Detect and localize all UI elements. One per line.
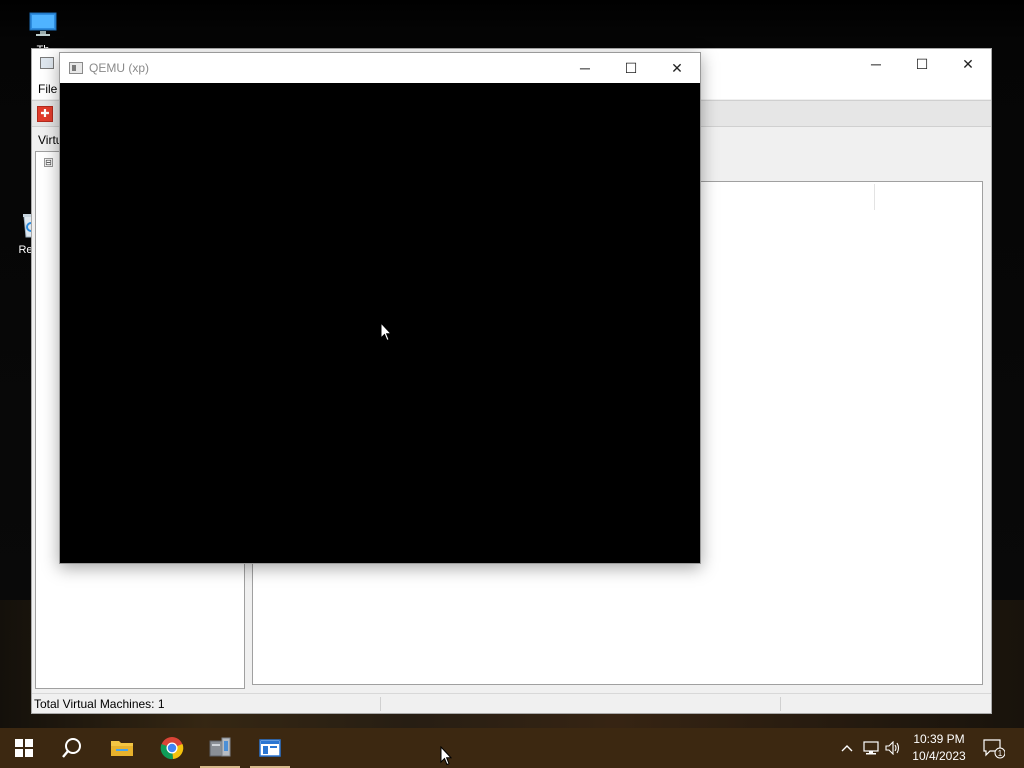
new-vm-icon[interactable]: ✚ bbox=[37, 106, 53, 122]
taskbar: 10:39 PM 10/4/2023 1 bbox=[0, 728, 1024, 768]
manager-statusbar: Total Virtual Machines: 1 bbox=[32, 693, 991, 713]
status-total-vms: Total Virtual Machines: 1 bbox=[34, 696, 165, 711]
chrome-button[interactable] bbox=[148, 728, 196, 768]
menu-file[interactable]: File bbox=[38, 82, 57, 96]
chevron-up-icon bbox=[841, 745, 853, 752]
qemu-window-controls: ─ ☐ ✕ bbox=[562, 53, 700, 83]
manager-window-controls: ─ ☐ ✕ bbox=[853, 49, 991, 79]
manager-app-icon bbox=[40, 57, 54, 69]
search-icon bbox=[62, 738, 81, 758]
manager-tabs: Virtu bbox=[32, 129, 62, 151]
start-button[interactable] bbox=[0, 728, 48, 768]
volume-button[interactable] bbox=[882, 728, 904, 768]
show-hidden-icons-button[interactable] bbox=[836, 728, 858, 768]
clock[interactable]: 10:39 PM 10/4/2023 bbox=[904, 731, 974, 765]
speaker-icon bbox=[885, 741, 900, 755]
action-center-button[interactable]: 1 bbox=[978, 728, 1008, 768]
network-icon bbox=[863, 741, 879, 755]
qemu-window-title: QEMU (xp) bbox=[89, 61, 149, 75]
qemu-titlebar[interactable]: QEMU (xp) ─ ☐ ✕ bbox=[60, 53, 700, 83]
clock-time: 10:39 PM bbox=[913, 732, 965, 746]
status-divider bbox=[780, 697, 781, 711]
notification-icon: 1 bbox=[983, 739, 1005, 759]
status-divider bbox=[380, 697, 381, 711]
qemu-taskbar-button[interactable] bbox=[246, 728, 294, 768]
search-button[interactable] bbox=[48, 728, 96, 768]
mouse-cursor-icon bbox=[440, 746, 452, 766]
qemu-app-icon bbox=[69, 62, 83, 74]
qemu-close-button[interactable]: ✕ bbox=[654, 53, 700, 83]
notification-count: 1 bbox=[998, 749, 1003, 758]
qemu-window: QEMU (xp) ─ ☐ ✕ bbox=[59, 52, 701, 564]
tree-collapse-icon[interactable]: ⊟ bbox=[44, 158, 53, 167]
qemu-minimize-button[interactable]: ─ bbox=[562, 53, 608, 83]
network-button[interactable] bbox=[860, 728, 882, 768]
this-pc-icon bbox=[28, 10, 58, 40]
mouse-cursor-icon bbox=[380, 322, 392, 342]
chrome-icon bbox=[160, 737, 184, 760]
clock-date: 10/4/2023 bbox=[912, 749, 966, 763]
manager-maximize-button[interactable]: ☐ bbox=[899, 49, 945, 79]
qemu-maximize-button[interactable]: ☐ bbox=[608, 53, 654, 83]
manager-close-button[interactable]: ✕ bbox=[945, 49, 991, 79]
file-explorer-button[interactable] bbox=[98, 728, 146, 768]
folder-icon bbox=[111, 741, 133, 756]
vm-manager-icon bbox=[209, 737, 231, 757]
qemu-window-icon bbox=[259, 739, 281, 757]
manager-minimize-button[interactable]: ─ bbox=[853, 49, 899, 79]
windows-start-icon bbox=[15, 739, 33, 757]
column-separator[interactable] bbox=[874, 184, 875, 210]
vm-manager-taskbar-button[interactable] bbox=[196, 728, 244, 768]
